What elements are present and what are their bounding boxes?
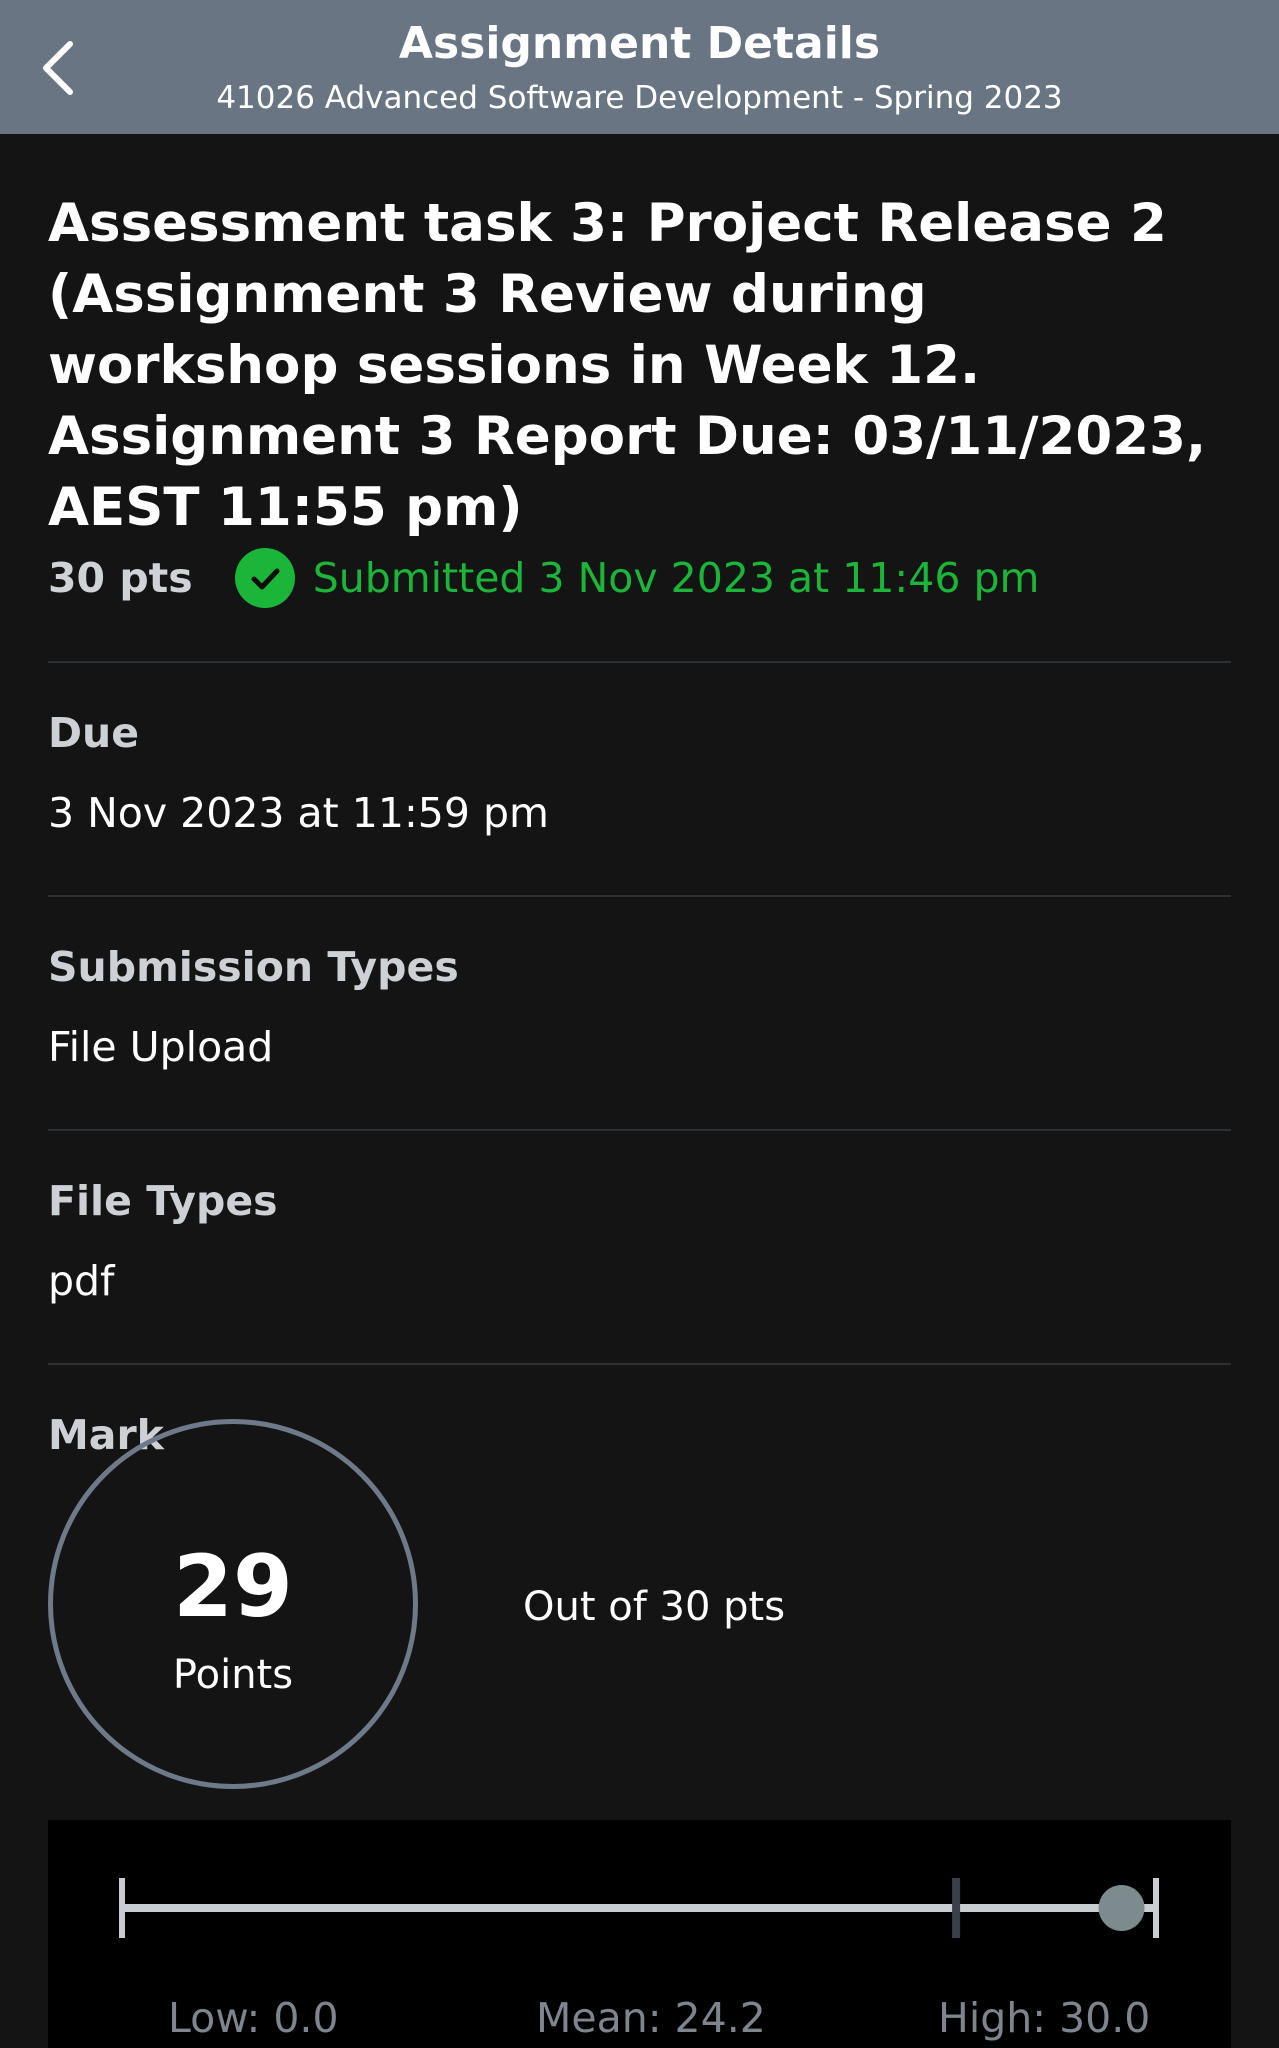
app-header: Assignment Details 41026 Advanced Softwa…	[0, 0, 1279, 134]
course-subtitle: 41026 Advanced Software Development - Sp…	[216, 80, 1063, 116]
assignment-points: 30 pts	[48, 554, 193, 602]
divider	[48, 1363, 1231, 1365]
file-types-section: File Types pdf	[48, 1131, 1231, 1363]
mean-label: Mean: 24.2	[536, 1994, 766, 2042]
file-types-value: pdf	[48, 1257, 115, 1305]
submission-types-value: File Upload	[48, 1023, 274, 1071]
out-of-points: Out of 30 pts	[523, 1584, 786, 1630]
score-marker	[1098, 1885, 1145, 1931]
submission-types-section: Submission Types File Upload	[48, 897, 1231, 1129]
grade-ring: 29 Points	[48, 1419, 418, 1789]
submission-types-label: Submission Types	[48, 943, 459, 991]
low-label: Low: 0.0	[168, 1994, 339, 2042]
grade-unit: Points	[172, 1652, 294, 1698]
check-circle-icon	[234, 548, 295, 608]
assignment-meta: 30 pts Submitted 3 Nov 2023 at 11:46 pm	[48, 543, 1231, 613]
assignment-details: Assessment task 3: Project Release 2 (As…	[48, 134, 1231, 1459]
grade-score: 29	[173, 1537, 293, 1637]
assignment-title: Assessment task 3: Project Release 2 (As…	[48, 193, 1207, 538]
due-section: Due 3 Nov 2023 at 11:59 pm	[48, 663, 1231, 895]
due-label: Due	[48, 709, 140, 757]
due-value: 3 Nov 2023 at 11:59 pm	[48, 789, 549, 837]
high-label: High: 30.0	[938, 1994, 1151, 2042]
page-title: Assignment Details	[398, 18, 881, 69]
file-types-label: File Types	[48, 1177, 278, 1225]
submission-status: Submitted 3 Nov 2023 at 11:46 pm	[312, 554, 1040, 602]
